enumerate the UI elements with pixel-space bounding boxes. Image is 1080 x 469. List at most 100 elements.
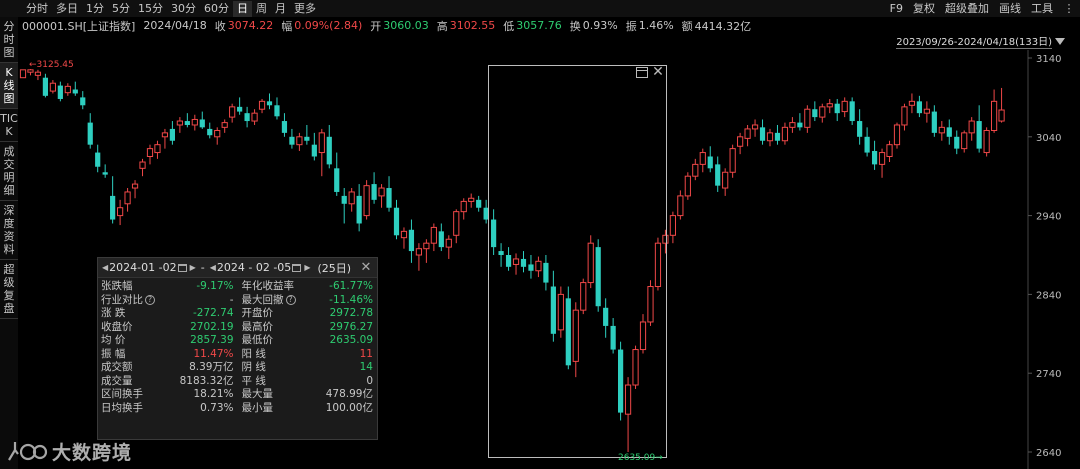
help-icon[interactable]: ?	[145, 294, 155, 305]
period-button-3[interactable]: 5分	[108, 1, 134, 17]
candle-body	[901, 106, 908, 126]
turnover-label: 换	[569, 19, 581, 33]
period-button-4[interactable]: 15分	[134, 1, 167, 17]
side-tab-3[interactable]: 成交明细	[0, 142, 18, 201]
candle	[184, 113, 190, 128]
candle-body	[27, 69, 34, 73]
candle-body	[176, 120, 183, 126]
candle-body	[378, 187, 385, 197]
period-button-6[interactable]: 60分	[200, 1, 233, 17]
stats-value: 18.21%	[193, 388, 234, 400]
candle-body	[857, 121, 863, 137]
side-tab-1[interactable]: K线图	[0, 63, 18, 109]
candle-body	[415, 248, 423, 256]
candle	[393, 199, 400, 240]
brand-logo-icon	[8, 442, 48, 461]
price-tick-label: 2740	[1036, 369, 1061, 380]
candle	[356, 184, 362, 232]
candle	[57, 81, 63, 102]
side-tab-2[interactable]: TICK	[0, 109, 18, 142]
candle	[430, 223, 437, 252]
more-menu-icon[interactable]: ⋮	[1058, 0, 1080, 17]
calendar-icon[interactable]	[292, 263, 302, 272]
range-selection-box[interactable]	[488, 65, 667, 458]
toolbar-right-button-3[interactable]: 画线	[994, 0, 1026, 17]
side-tab-4[interactable]: 深度资料	[0, 201, 18, 260]
candle-body	[95, 152, 101, 167]
period-button-1[interactable]: 多日	[52, 1, 82, 17]
stats-key: 区间换手	[101, 388, 193, 402]
stats-cell: 年化收益率 -61.77%	[238, 280, 378, 294]
restore-icon[interactable]	[636, 67, 648, 78]
candle	[42, 73, 49, 98]
stats-cell: 最大量 478.99亿	[238, 388, 378, 402]
period-button-10[interactable]: 更多	[290, 1, 320, 17]
candle-body	[998, 109, 1005, 122]
candle-body	[146, 148, 154, 157]
stats-cell: 阴 线 14	[238, 361, 378, 375]
prev-end-arrow-icon[interactable]: ◀	[209, 263, 217, 272]
candle	[386, 176, 392, 212]
candle	[19, 69, 27, 79]
price-tick-label: 2940	[1036, 212, 1061, 223]
candle-body	[117, 207, 124, 217]
change-value: 0.09%(2.84)	[294, 19, 363, 32]
candle	[834, 98, 840, 122]
date-range-label[interactable]: 2023/09/26-2024/04/18(133日)	[896, 36, 1052, 49]
side-tab-0[interactable]: 分时图	[0, 17, 18, 63]
candle	[722, 168, 729, 196]
side-tab-5[interactable]: 超级复盘	[0, 260, 18, 319]
candle-body	[214, 129, 221, 138]
period-button-8[interactable]: 周	[252, 1, 271, 17]
price-tick-label: 2840	[1036, 290, 1061, 301]
stats-row: 振 幅 11.47% 阳 线 11	[98, 348, 377, 362]
candle	[476, 195, 482, 212]
candle	[258, 98, 266, 114]
candle-body	[87, 122, 93, 145]
toolbar-right-button-0[interactable]: F9	[885, 0, 908, 17]
period-button-5[interactable]: 30分	[167, 1, 200, 17]
period-button-0[interactable]: 分时	[22, 1, 52, 17]
candle-body	[744, 128, 751, 139]
toolbar-right-button-1[interactable]: 复权	[908, 0, 940, 17]
candle-body	[430, 226, 437, 244]
range-dropdown-button[interactable]	[1052, 35, 1068, 49]
stats-cell: 最小量 100.00亿	[238, 402, 378, 416]
toolbar-right-button-2[interactable]: 超级叠加	[940, 0, 994, 17]
stats-key-text: 开盘价	[241, 307, 274, 319]
watermark: 大数跨境	[6, 436, 132, 466]
candle-body	[266, 101, 273, 106]
toolbar-right-button-4[interactable]: 工具	[1026, 0, 1058, 17]
candle-body	[908, 100, 916, 106]
period-button-2[interactable]: 1分	[82, 1, 108, 17]
next-start-arrow-icon[interactable]: ▶	[189, 263, 197, 272]
candle	[998, 87, 1005, 123]
stats-row: 涨 跌 -272.74 开盘价 2972.78	[98, 307, 377, 321]
candle-body	[237, 106, 243, 112]
candle-body	[961, 132, 968, 150]
candle	[221, 119, 228, 133]
stats-key: 平 线	[242, 375, 367, 389]
candle	[341, 188, 347, 224]
period-button-7[interactable]: 日	[233, 0, 252, 17]
period-button-9[interactable]: 月	[271, 1, 290, 17]
stats-key: 涨 跌	[101, 307, 193, 321]
stats-body: 张跌幅 -9.17% 年化收益率 -61.77% 行业对比? - 最大回撤? -11.46% 涨…	[98, 278, 377, 415]
stats-cell: 收盘价 2702.19	[98, 321, 238, 335]
stats-value: 478.99亿	[325, 388, 373, 400]
calendar-icon[interactable]	[177, 263, 187, 272]
prev-start-arrow-icon[interactable]: ◀	[101, 263, 109, 272]
low-label: 低	[503, 19, 515, 33]
candle-body	[468, 197, 475, 202]
candle	[797, 113, 803, 131]
stats-key: 阳 线	[242, 348, 360, 362]
start-date[interactable]: 2024-01 -02	[109, 261, 176, 274]
candle-body	[991, 100, 998, 131]
stats-key-text: 最小量	[241, 401, 274, 414]
next-end-arrow-icon[interactable]: ▶	[303, 263, 311, 272]
stats-row: 成交额 8.39万亿阴 线 14	[98, 361, 377, 375]
close-icon[interactable]: ✕	[651, 65, 665, 79]
end-date[interactable]: 2024 - 02 -05	[217, 261, 291, 274]
help-icon[interactable]: ?	[285, 294, 296, 305]
close-icon[interactable]: ✕	[359, 261, 373, 275]
